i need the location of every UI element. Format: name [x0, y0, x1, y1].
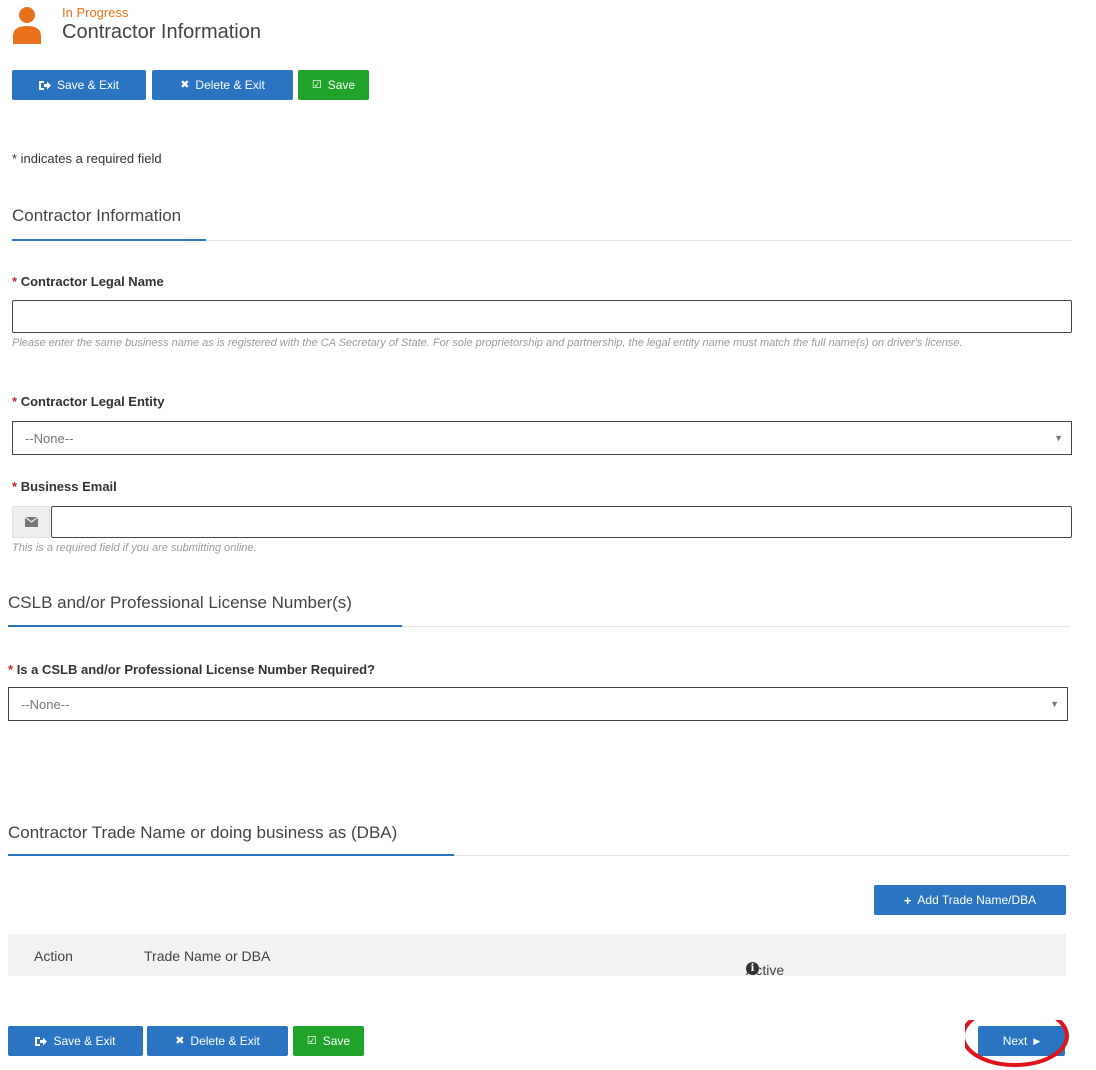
save-label: Save [322, 1034, 351, 1048]
delete-exit-label: Delete & Exit [195, 78, 265, 92]
plus-icon: + [903, 892, 912, 908]
license-required-selected: --None-- [21, 696, 70, 712]
save-label: Save [327, 78, 356, 92]
check-square-icon: ☑ [306, 1034, 317, 1047]
info-circle-icon[interactable]: i [746, 962, 759, 975]
legal-name-help: Please enter the same business name as i… [12, 337, 963, 349]
legal-entity-selected: --None-- [25, 430, 74, 446]
delete-exit-button[interactable]: ✖ Delete & Exit [147, 1026, 288, 1056]
column-header-trade-name: Trade Name or DBA [144, 948, 271, 964]
save-button[interactable]: ☑ Save [298, 70, 369, 100]
save-exit-label: Save & Exit [56, 78, 120, 92]
add-trade-name-label: Add Trade Name/DBA [917, 893, 1037, 907]
envelope-icon [24, 517, 38, 527]
business-email-label: * Business Email [12, 479, 117, 494]
section-title-license: CSLB and/or Professional License Number(… [8, 593, 352, 612]
check-square-icon: ☑ [311, 78, 322, 91]
delete-exit-button[interactable]: ✖ Delete & Exit [152, 70, 293, 100]
section-title-contractor: Contractor Information [12, 206, 182, 225]
section-accent-bar [12, 239, 206, 241]
dba-table-header: Action Trade Name or DBA Active i [8, 934, 1066, 978]
business-email-help: This is a required field if you are subm… [12, 542, 257, 554]
license-required-select[interactable]: --None-- ▼ [8, 687, 1068, 721]
email-addon [12, 506, 50, 538]
page-title: Contractor Information [62, 21, 261, 43]
save-exit-button[interactable]: Save & Exit [8, 1026, 143, 1056]
delete-exit-label: Delete & Exit [190, 1034, 260, 1048]
business-email-input[interactable] [51, 506, 1072, 538]
sign-out-icon [35, 1036, 48, 1046]
legal-entity-label: * Contractor Legal Entity [12, 394, 165, 409]
section-accent-bar [8, 854, 454, 856]
caret-down-icon: ▼ [1050, 699, 1059, 709]
section-accent-bar [8, 625, 402, 627]
legal-entity-select[interactable]: --None-- ▼ [12, 421, 1072, 455]
save-button[interactable]: ☑ Save [293, 1026, 364, 1056]
status-label: In Progress [62, 5, 129, 20]
person-icon [13, 7, 41, 44]
red-annotation-ellipse [965, 1020, 1069, 1067]
caret-down-icon: ▼ [1054, 433, 1063, 443]
legal-name-input[interactable] [12, 300, 1072, 333]
required-field-note: * indicates a required field [12, 151, 162, 166]
close-icon: ✖ [180, 78, 190, 91]
column-header-action: Action [34, 948, 73, 964]
section-title-dba: Contractor Trade Name or doing business … [8, 823, 398, 842]
close-icon: ✖ [175, 1034, 185, 1047]
add-trade-name-button[interactable]: + Add Trade Name/DBA [874, 885, 1066, 915]
license-required-label: * Is a CSLB and/or Professional License … [8, 662, 375, 677]
sign-out-icon [38, 80, 51, 90]
legal-name-label: * Contractor Legal Name [12, 274, 164, 289]
save-exit-label: Save & Exit [53, 1034, 116, 1048]
save-exit-button[interactable]: Save & Exit [12, 70, 146, 100]
